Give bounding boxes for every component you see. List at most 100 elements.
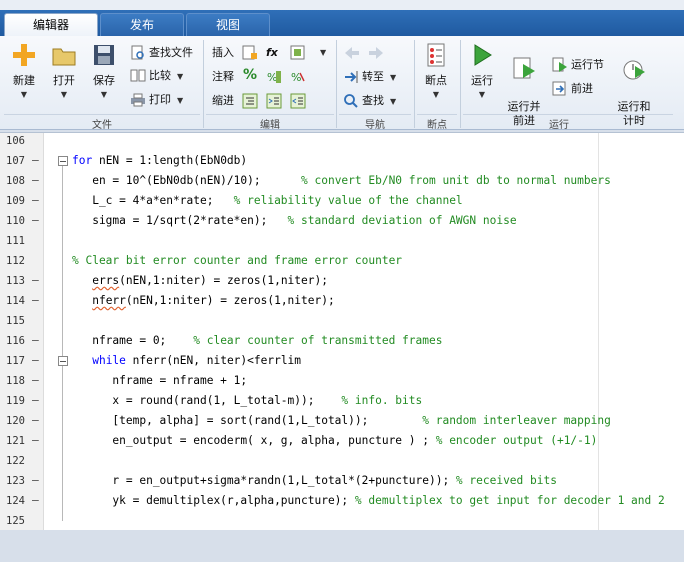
code-line[interactable]: 118– nframe = nframe + 1; xyxy=(0,371,684,391)
magnifier-icon xyxy=(344,94,358,108)
code-text: for nEN = 1:length(EbN0db) xyxy=(72,154,248,167)
comment-label: 注释 xyxy=(212,70,234,83)
fold-toggle-icon[interactable] xyxy=(58,356,68,366)
advance-button[interactable]: 前进 xyxy=(552,80,593,98)
decrease-indent-icon[interactable] xyxy=(290,93,306,109)
executable-line-marker[interactable]: – xyxy=(32,491,39,511)
line-number: 110 xyxy=(6,215,25,227)
code-line[interactable]: 106 xyxy=(0,131,684,151)
svg-text:%: % xyxy=(267,71,277,84)
code-line[interactable]: 119– x = round(rand(1, L_total-m)); % in… xyxy=(0,391,684,411)
line-number: 108 xyxy=(6,175,25,187)
back-arrow-icon[interactable] xyxy=(344,46,360,60)
code-line[interactable]: 125 xyxy=(0,511,684,531)
code-text: x = round(rand(1, L_total-m)); % info. b… xyxy=(72,394,423,407)
code-line[interactable]: 117– while nferr(nEN, niter)<ferrlim xyxy=(0,351,684,371)
code-line[interactable]: 109– L_c = 4*a*en*rate; % reliability va… xyxy=(0,191,684,211)
function-fx-button[interactable]: fx xyxy=(266,44,278,62)
code-line[interactable]: 108– en = 10^(EbN0db(nEN)/10); % convert… xyxy=(0,171,684,191)
tab-publish[interactable]: 发布 xyxy=(100,13,184,36)
executable-line-marker[interactable]: – xyxy=(32,471,39,491)
line-number: 122 xyxy=(6,455,25,467)
code-line[interactable]: 112 % Clear bit error counter and frame e… xyxy=(0,251,684,271)
wrap-comment-icon[interactable]: % xyxy=(266,69,282,85)
executable-line-marker[interactable]: – xyxy=(32,351,39,371)
code-line[interactable]: 121– en_output = encoderm( x, g, alpha, … xyxy=(0,431,684,451)
executable-line-marker[interactable]: – xyxy=(32,431,39,451)
executable-line-marker[interactable]: – xyxy=(32,371,39,391)
code-line[interactable]: 107– for nEN = 1:length(EbN0db) xyxy=(0,151,684,171)
find-files-icon xyxy=(131,45,144,60)
smart-indent-icon[interactable] xyxy=(242,93,258,109)
code-text: nferr(nEN,1:niter) = zeros(1,niter); xyxy=(92,294,335,307)
run-section-button[interactable]: 运行节 xyxy=(552,56,604,74)
compare-button[interactable]: 比较 ▼ xyxy=(130,67,183,85)
tab-editor[interactable]: 编辑器 xyxy=(4,13,98,36)
code-line[interactable]: 123– r = en_output+sigma*randn(1,L_total… xyxy=(0,471,684,491)
new-label: 新建 xyxy=(13,74,35,87)
goto-button[interactable]: 转至 ▼ xyxy=(343,68,396,86)
group-separator xyxy=(203,40,204,128)
code-line[interactable]: 110– sigma = 1/sqrt(2*rate*en); % standa… xyxy=(0,211,684,231)
executable-line-marker[interactable]: – xyxy=(32,151,39,171)
print-button[interactable]: 打印 ▼ xyxy=(130,91,183,109)
insert-section-icon[interactable] xyxy=(242,45,258,61)
forward-arrow-icon[interactable] xyxy=(368,46,384,60)
fold-toggle-icon[interactable] xyxy=(58,156,68,166)
executable-line-marker[interactable]: – xyxy=(32,391,39,411)
indent-button[interactable]: 缩进 xyxy=(212,92,234,110)
breakpoints-label: 断点 xyxy=(425,74,447,87)
run-group-divider xyxy=(463,114,673,115)
status-area xyxy=(0,530,684,562)
percent-comment-icon[interactable]: % xyxy=(243,67,257,83)
find-files-button[interactable]: 查找文件 xyxy=(130,44,193,62)
executable-line-marker[interactable]: – xyxy=(32,411,39,431)
chevron-down-icon[interactable]: ▼ xyxy=(320,48,326,57)
increase-indent-icon[interactable] xyxy=(266,93,282,109)
code-text: r = en_output+sigma*randn(1,L_total*(2+p… xyxy=(72,474,557,487)
code-line[interactable]: 114– nferr(nEN,1:niter) = zeros(1,niter)… xyxy=(0,291,684,311)
code-text: nframe = 0; % clear counter of transmitt… xyxy=(72,334,443,347)
tab-view[interactable]: 视图 xyxy=(186,13,270,36)
open-button[interactable]: 打开 ▼ xyxy=(46,42,82,99)
new-button[interactable]: 新建 ▼ xyxy=(6,42,42,99)
executable-line-marker[interactable]: – xyxy=(32,191,39,211)
executable-line-marker[interactable]: – xyxy=(32,171,39,191)
code-line[interactable]: 120– [temp, alpha] = sort(rand(1,L_total… xyxy=(0,411,684,431)
insert-button[interactable]: 插入 xyxy=(212,44,234,62)
save-button[interactable]: 保存 ▼ xyxy=(86,42,122,99)
chevron-down-icon: ▼ xyxy=(390,97,397,106)
comment-button[interactable]: 注释 xyxy=(212,68,234,86)
line-number: 112 xyxy=(6,255,25,267)
line-number: 117 xyxy=(6,355,25,367)
chevron-down-icon: ▼ xyxy=(478,90,486,99)
uncomment-icon[interactable]: % xyxy=(290,69,306,85)
navigate-group-label: 导航 xyxy=(365,120,385,131)
code-line[interactable]: 116– nframe = 0; % clear counter of tran… xyxy=(0,331,684,351)
code-line[interactable]: 122 xyxy=(0,451,684,471)
run-play-icon xyxy=(474,44,492,66)
code-line[interactable]: 124– yk = demultiplex(r,alpha,puncture);… xyxy=(0,491,684,511)
executable-line-marker[interactable]: – xyxy=(32,271,39,291)
executable-line-marker[interactable]: – xyxy=(32,211,39,231)
executable-line-marker[interactable]: – xyxy=(32,291,39,311)
group-separator xyxy=(414,40,415,128)
insert-block-icon[interactable] xyxy=(290,45,306,61)
plus-icon xyxy=(13,44,35,66)
code-line[interactable]: 113– errs(nEN,1:niter) = zeros(1,niter); xyxy=(0,271,684,291)
insert-label: 插入 xyxy=(212,46,234,59)
code-line[interactable]: 115 xyxy=(0,311,684,331)
line-number: 109 xyxy=(6,195,25,207)
code-editor[interactable]: 106 107– for nEN = 1:length(EbN0db) 108– en… xyxy=(0,131,684,531)
code-line[interactable]: 111 xyxy=(0,231,684,251)
executable-line-marker[interactable]: – xyxy=(32,331,39,351)
find-button[interactable]: 查找 ▼ xyxy=(343,92,396,110)
breakpoints-button[interactable]: 断点 ▼ xyxy=(418,42,454,99)
edit-group-label: 编辑 xyxy=(260,120,280,131)
indent-label: 缩进 xyxy=(212,94,234,107)
line-number: 119 xyxy=(6,395,25,407)
run-and-time-icon xyxy=(623,60,645,80)
breakpoints-group-divider xyxy=(417,114,457,115)
line-number: 111 xyxy=(6,235,25,247)
run-button[interactable]: 运行 ▼ xyxy=(464,42,500,99)
